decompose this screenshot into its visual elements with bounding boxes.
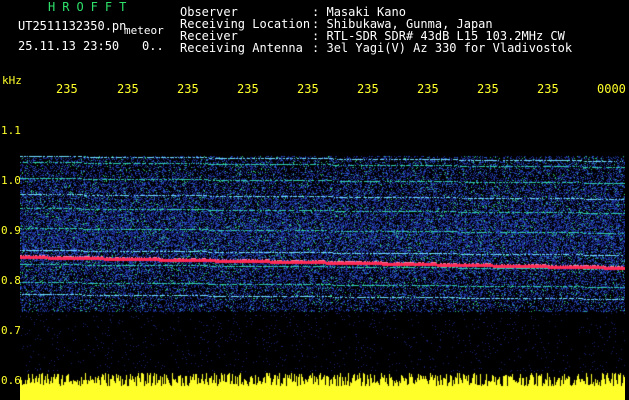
freq-tick: 0.6 (1, 374, 21, 387)
time-tick: 235 (117, 82, 139, 96)
freq-tick: 1.0 (1, 174, 21, 187)
file-name: UT2511132350.pn (18, 19, 127, 33)
app-title: HROFFT (48, 0, 134, 14)
y-axis-unit: kHz (2, 74, 22, 87)
file-type-label: meteor (124, 24, 164, 37)
spectrogram-image (20, 142, 625, 400)
time-tick: 235 (177, 82, 199, 96)
time-tick: 235 (357, 82, 379, 96)
freq-tick: 0.7 (1, 324, 21, 337)
freq-tick: 1.1 (1, 124, 21, 137)
freq-tick: 0.9 (1, 224, 21, 237)
freq-tick: 0.8 (1, 274, 21, 287)
time-tick: 235 (297, 82, 319, 96)
header-panel: HROFFT UT2511132350.pn meteor 25.11.13 2… (0, 0, 629, 72)
time-tick: 235 (417, 82, 439, 96)
time-tick: 235 (537, 82, 559, 96)
timestamp-extra: 0.. (142, 39, 164, 53)
antenna-label: Receiving Antenna (180, 41, 303, 55)
timestamp: 25.11.13 23:50 (18, 39, 120, 53)
time-tick: 235 (56, 82, 78, 96)
time-tick: 235 (477, 82, 499, 96)
spectrogram-panel: kHz 235 235 235 235 235 235 235 235 235 … (0, 72, 629, 400)
time-tick: 235 (237, 82, 259, 96)
antenna-value: : 3el Yagi(V) Az 330 for Vladivostok (312, 41, 573, 55)
time-tick: 0000 (597, 82, 626, 96)
